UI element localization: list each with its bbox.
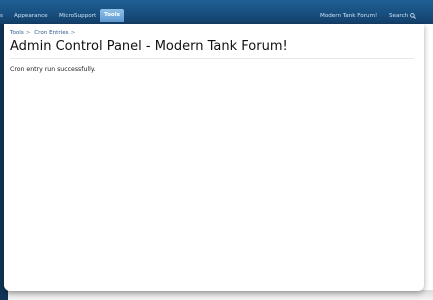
breadcrumb-cron-entries[interactable]: Cron Entries bbox=[34, 30, 68, 36]
tab-microsupport[interactable]: MicroSupport bbox=[59, 10, 96, 22]
breadcrumb-separator: > bbox=[25, 30, 31, 36]
search-link[interactable]: Search bbox=[389, 10, 408, 22]
search-icon[interactable] bbox=[410, 13, 416, 19]
breadcrumb-separator: > bbox=[70, 30, 76, 36]
tab-appearance[interactable]: Appearance bbox=[14, 10, 48, 22]
page-title: Admin Control Panel - Modern Tank Forum! bbox=[10, 39, 288, 54]
top-navigation-bar: s Appearance MicroSupport Tools Modern T… bbox=[0, 0, 433, 24]
breadcrumb: Tools > Cron Entries > bbox=[10, 30, 77, 36]
bottom-shade bbox=[8, 290, 433, 300]
tab-tools[interactable]: Tools bbox=[100, 9, 125, 22]
breadcrumb-tools[interactable]: Tools bbox=[10, 30, 24, 36]
forum-home-link[interactable]: Modern Tank Forum! bbox=[320, 10, 377, 22]
title-divider bbox=[10, 58, 414, 59]
content-panel: Tools > Cron Entries > Admin Control Panel… bbox=[4, 24, 424, 291]
status-message: Cron entry run successfully. bbox=[10, 66, 96, 73]
tab-cut-off[interactable]: s bbox=[0, 10, 3, 22]
